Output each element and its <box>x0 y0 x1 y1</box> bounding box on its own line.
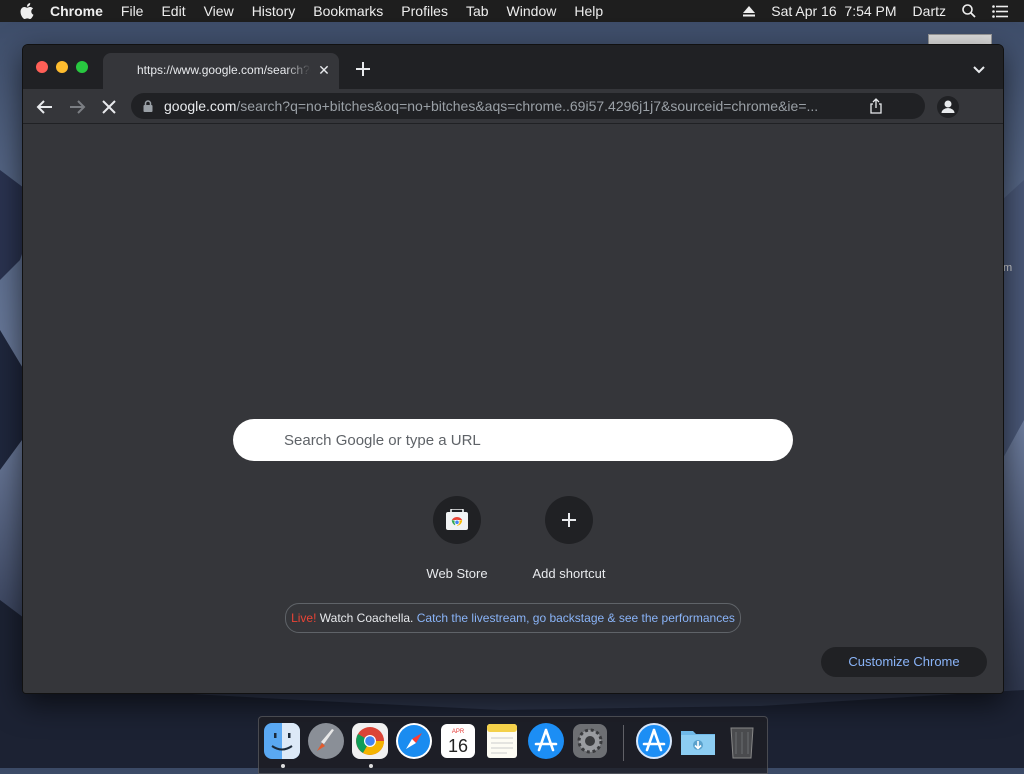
menu-tab[interactable]: Tab <box>466 3 489 19</box>
toolbar: google.com/search?q=no+bitches&oq=no+bit… <box>23 89 1003 153</box>
menu-window[interactable]: Window <box>507 3 557 19</box>
menu-bookmarks[interactable]: Bookmarks <box>313 3 383 19</box>
shortcut-label: Web Store <box>426 566 488 581</box>
menu-history[interactable]: History <box>252 3 296 19</box>
promo-link[interactable]: Catch the livestream, go backstage & see… <box>417 611 735 625</box>
menubar-clock[interactable]: Sat Apr 16 7:54 PM <box>771 3 896 19</box>
finder-icon[interactable] <box>263 722 301 760</box>
launchpad-icon[interactable] <box>307 722 345 760</box>
notes-icon[interactable] <box>483 722 521 760</box>
menu-view[interactable]: View <box>204 3 234 19</box>
lock-icon[interactable] <box>143 100 153 112</box>
downloads-folder-icon[interactable] <box>679 722 717 760</box>
running-indicator <box>369 764 373 768</box>
app-store-folder-icon[interactable] <box>635 722 673 760</box>
tab-title: https://www.google.com/search?q=no+bitch… <box>137 63 311 77</box>
notification-center-icon[interactable] <box>992 4 1008 18</box>
stop-loading-icon[interactable] <box>100 98 118 116</box>
shortcut-web-store[interactable]: Web Store <box>401 496 513 586</box>
menubar-user[interactable]: Dartz <box>913 3 946 19</box>
menu-bar: Chrome File Edit View History Bookmarks … <box>0 0 1024 22</box>
omnibox[interactable]: google.com/search?q=no+bitches&oq=no+bit… <box>131 93 925 119</box>
web-store-icon <box>433 496 481 544</box>
new-tab-icon[interactable] <box>353 59 373 79</box>
ntp-search-box[interactable]: Search Google or type a URL <box>233 419 793 461</box>
share-icon[interactable] <box>869 98 883 114</box>
calendar-month: APR <box>452 729 465 735</box>
calendar-icon[interactable]: APR 16 <box>439 722 477 760</box>
active-tab[interactable]: https://www.google.com/search?q=no+bitch… <box>103 53 339 89</box>
window-controls <box>36 61 96 73</box>
omnibox-url[interactable]: google.com/search?q=no+bitches&oq=no+bit… <box>164 98 856 114</box>
chrome-icon[interactable] <box>351 722 389 760</box>
customize-chrome-button[interactable]: Customize Chrome <box>821 647 987 677</box>
app-store-icon[interactable] <box>527 722 565 760</box>
url-path: /search?q=no+bitches&oq=no+bitches&aqs=c… <box>236 98 819 114</box>
menu-app-name[interactable]: Chrome <box>50 3 103 19</box>
shortcut-label: Add shortcut <box>532 566 606 581</box>
spotlight-search-icon[interactable] <box>962 4 976 18</box>
ntp-search-placeholder: Search Google or type a URL <box>284 432 481 449</box>
desktop-file-label: m <box>1003 262 1013 274</box>
system-preferences-icon[interactable] <box>571 722 609 760</box>
new-tab-page: Search Google or type a URL Web Store Ad… <box>23 124 1003 693</box>
promo-title: Watch Coachella. <box>319 611 414 625</box>
back-icon[interactable] <box>36 98 54 116</box>
profile-icon <box>941 100 955 113</box>
menu-edit[interactable]: Edit <box>161 3 185 19</box>
apple-menu-icon[interactable] <box>18 3 36 19</box>
ntp-promo[interactable]: Live! Watch Coachella. Catch the livestr… <box>285 603 741 633</box>
shortcut-add[interactable]: Add shortcut <box>513 496 625 586</box>
close-window-button[interactable] <box>36 61 48 73</box>
dock-separator <box>623 725 624 761</box>
menu-profiles[interactable]: Profiles <box>401 3 448 19</box>
trash-icon[interactable] <box>723 722 761 760</box>
forward-icon[interactable] <box>68 98 86 116</box>
minimize-window-button[interactable] <box>56 61 68 73</box>
plus-icon <box>545 496 593 544</box>
zoom-window-button[interactable] <box>76 61 88 73</box>
safari-icon[interactable] <box>395 722 433 760</box>
promo-live-text: Live! <box>291 611 317 625</box>
dock: APR 16 <box>258 716 768 774</box>
url-host: google.com <box>164 98 237 114</box>
tab-search-chevron-icon[interactable] <box>971 61 987 77</box>
tab-close-icon[interactable]: ✕ <box>316 62 332 78</box>
menu-file[interactable]: File <box>121 3 144 19</box>
profile-avatar[interactable] <box>937 96 959 118</box>
running-indicator <box>281 764 285 768</box>
chrome-window: https://www.google.com/search?q=no+bitch… <box>22 44 1004 694</box>
menu-help[interactable]: Help <box>574 3 603 19</box>
calendar-day: 16 <box>448 736 468 756</box>
eject-icon[interactable] <box>743 5 756 17</box>
tab-strip: https://www.google.com/search?q=no+bitch… <box>23 45 1003 89</box>
